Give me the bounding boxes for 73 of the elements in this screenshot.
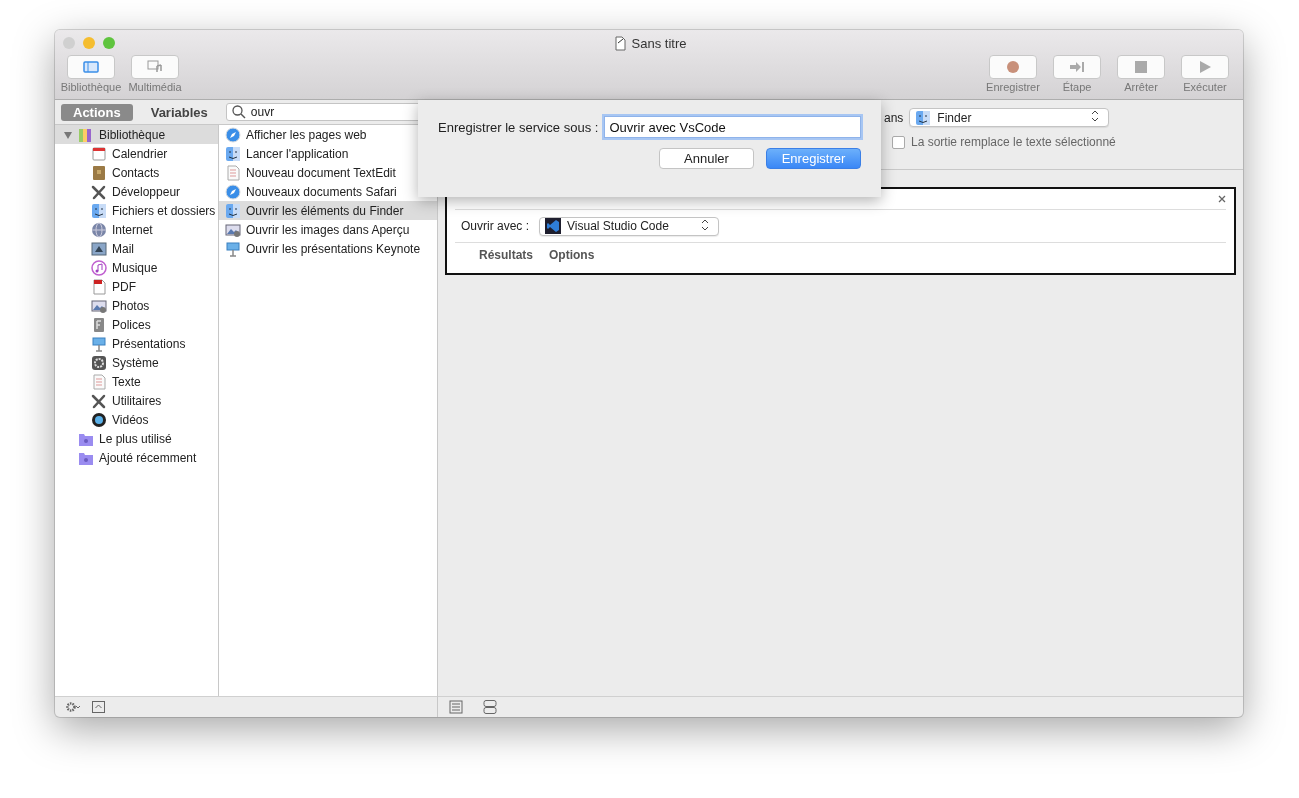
library-item[interactable]: Système	[55, 353, 218, 372]
library-item[interactable]: Utilitaires	[55, 391, 218, 410]
checkbox[interactable]	[892, 135, 905, 149]
document-icon	[91, 373, 107, 390]
easel-icon	[225, 240, 241, 257]
library-item[interactable]: Bibliothèque	[55, 125, 218, 144]
font-book-icon	[91, 316, 107, 333]
library-item[interactable]: Mail	[55, 239, 218, 258]
library-item[interactable]: Polices	[55, 315, 218, 334]
stop-icon	[1133, 59, 1149, 75]
library-item[interactable]: Vidéos	[55, 410, 218, 429]
expand-up-icon	[91, 699, 107, 715]
step-icon	[1069, 59, 1085, 75]
library-item[interactable]: Photos	[55, 296, 218, 315]
close-icon[interactable]	[1218, 195, 1226, 203]
easel-icon	[91, 335, 107, 352]
minimize-button[interactable]	[83, 36, 95, 49]
card-tab[interactable]: Options	[549, 248, 595, 262]
code-editor-icon	[545, 218, 561, 234]
library-item[interactable]: PDF	[55, 277, 218, 296]
books-icon	[78, 126, 94, 143]
split-view-icon	[482, 699, 498, 715]
finder-icon	[225, 145, 241, 162]
library-item[interactable]: Ajouté récemment	[55, 448, 218, 467]
field-label: ans	[884, 110, 904, 125]
library-item[interactable]: Texte	[55, 372, 218, 391]
tools-icon	[91, 392, 107, 409]
application-popup[interactable]: Visual Studio Code	[539, 216, 719, 236]
compass-icon	[225, 183, 241, 200]
expanded-triangle-icon[interactable]	[63, 129, 73, 140]
gear-menu-icon	[65, 699, 81, 715]
library-item[interactable]: Internet	[55, 220, 218, 239]
close-button[interactable]	[63, 36, 75, 49]
list-view-icon	[448, 699, 464, 715]
library-item[interactable]: Musique	[55, 258, 218, 277]
field-label: Enregistrer le service sous :	[438, 119, 599, 135]
document-icon	[225, 164, 241, 181]
sidebar-icon	[83, 59, 99, 75]
record-icon	[1005, 59, 1021, 75]
finder-icon	[91, 202, 107, 219]
zoom-button[interactable]	[103, 36, 115, 49]
application-popup[interactable]: Finder	[909, 108, 1110, 127]
checkbox-label: La sortie remplace le texte sélectionné	[911, 135, 1116, 149]
finder-icon	[915, 109, 932, 126]
search-icon	[230, 104, 247, 120]
action-item[interactable]: Ouvrir les présentations Keynote	[219, 239, 437, 258]
service-name-field[interactable]: Ouvrir avec VsCode	[604, 116, 861, 138]
gear-icon	[91, 354, 107, 371]
action-item[interactable]: Ouvrir les éléments du Finder	[219, 201, 437, 220]
segment-tab[interactable]: Variables	[138, 103, 220, 121]
media-icon	[147, 59, 163, 75]
tools-icon	[91, 183, 107, 200]
document-icon	[91, 278, 107, 295]
photo-icon	[91, 297, 107, 314]
finder-icon	[225, 202, 241, 219]
card-tab[interactable]: Résultats	[479, 248, 534, 262]
library-item[interactable]: Développeur	[55, 182, 218, 201]
window-title: Sans titre	[631, 35, 687, 51]
play-icon	[1197, 59, 1213, 75]
library-item[interactable]: Présentations	[55, 334, 218, 353]
library-item[interactable]: Le plus utilisé	[55, 429, 218, 448]
photo-icon	[225, 221, 241, 238]
field-label: Ouvrir avec :	[461, 219, 529, 233]
book-icon	[91, 164, 107, 181]
library-item[interactable]: Calendrier	[55, 144, 218, 163]
video-icon	[91, 411, 107, 428]
music-note-icon	[91, 259, 107, 276]
library-item[interactable]: Fichiers et dossiers	[55, 201, 218, 220]
cancel-button[interactable]: Annuler	[659, 148, 754, 169]
action-item[interactable]: Ouvrir les images dans Aperçu	[219, 220, 437, 239]
library-item[interactable]: Contacts	[55, 163, 218, 182]
globe-icon	[91, 221, 107, 238]
calendar-icon	[91, 145, 107, 162]
